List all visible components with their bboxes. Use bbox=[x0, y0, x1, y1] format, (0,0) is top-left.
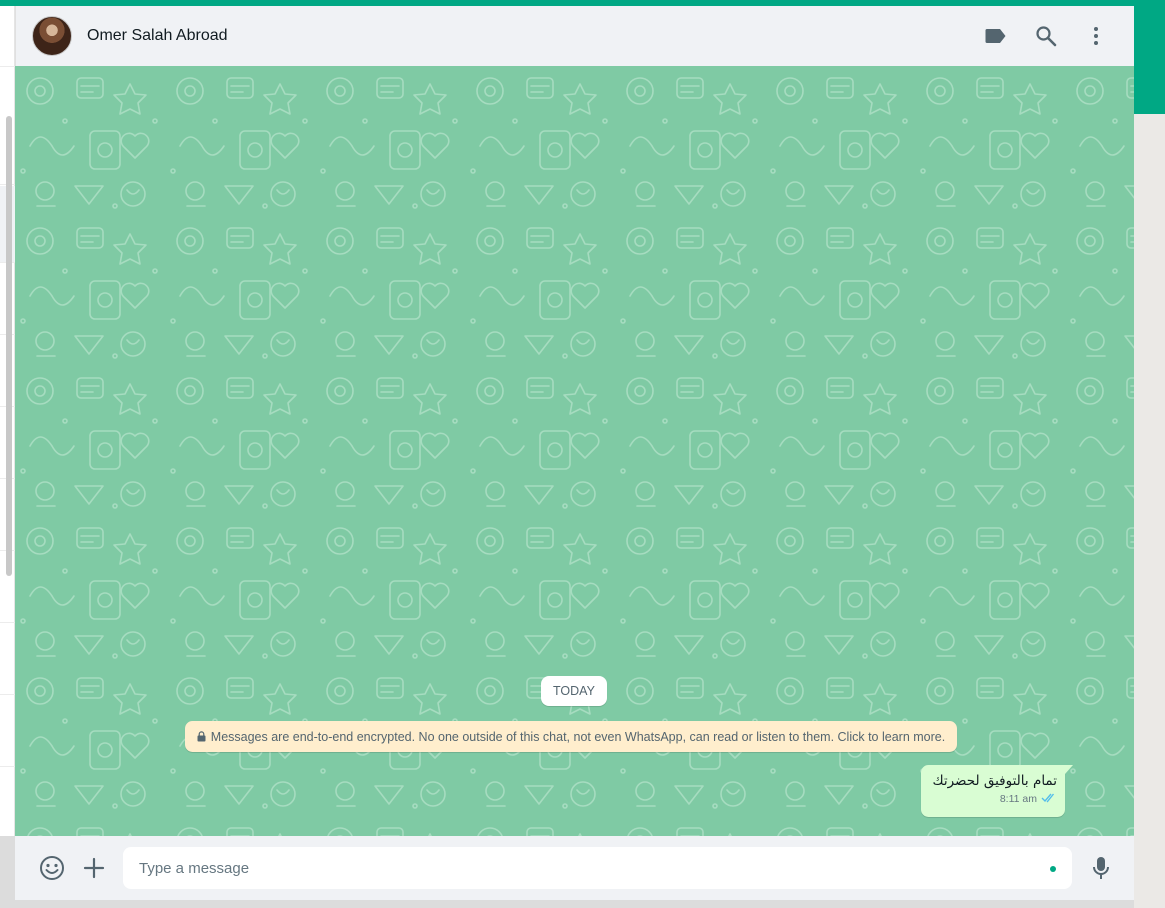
background-panel bbox=[1134, 114, 1165, 908]
status-dot-icon bbox=[1050, 866, 1056, 872]
compose-bar bbox=[15, 836, 1134, 900]
avatar[interactable] bbox=[32, 16, 72, 56]
message-input-wrap bbox=[123, 847, 1072, 889]
label-icon[interactable] bbox=[984, 24, 1008, 48]
message-time: 8:11 am bbox=[999, 793, 1037, 805]
double-check-icon bbox=[1041, 792, 1057, 806]
date-divider: TODAY bbox=[541, 676, 607, 706]
chat-list-divider bbox=[0, 766, 15, 767]
message-meta: 8:11 am bbox=[930, 792, 1057, 806]
emoji-icon[interactable] bbox=[39, 855, 65, 881]
outgoing-message[interactable]: تمام بالتوفيق لحضرتك 8:11 am bbox=[921, 765, 1073, 817]
message-input[interactable] bbox=[123, 847, 1072, 889]
background-accent-band bbox=[1134, 6, 1165, 114]
encryption-notice-text: Messages are end-to-end encrypted. No on… bbox=[210, 729, 946, 744]
conversation-panel: Omer Salah Abroad TODAY Messages are end… bbox=[15, 6, 1134, 900]
encryption-notice[interactable]: Messages are end-to-end encrypted. No on… bbox=[185, 721, 957, 752]
search-icon[interactable] bbox=[1034, 24, 1058, 48]
contact-name[interactable]: Omer Salah Abroad bbox=[87, 27, 228, 45]
lock-icon bbox=[197, 731, 206, 742]
chat-list-divider bbox=[0, 622, 15, 623]
message-list[interactable]: TODAY Messages are end-to-end encrypted.… bbox=[15, 66, 1134, 836]
chat-list-panel-edge bbox=[0, 6, 15, 836]
conversation-header[interactable]: Omer Salah Abroad bbox=[15, 6, 1134, 66]
chat-list-divider bbox=[0, 66, 15, 67]
menu-icon[interactable] bbox=[1084, 24, 1108, 48]
chat-list-scrollbar[interactable] bbox=[6, 116, 12, 576]
header-actions bbox=[984, 24, 1118, 48]
chat-list-divider bbox=[0, 694, 15, 695]
plus-icon[interactable] bbox=[81, 855, 107, 881]
message-text: تمام بالتوفيق لحضرتك bbox=[932, 773, 1057, 789]
mic-icon[interactable] bbox=[1088, 855, 1114, 881]
